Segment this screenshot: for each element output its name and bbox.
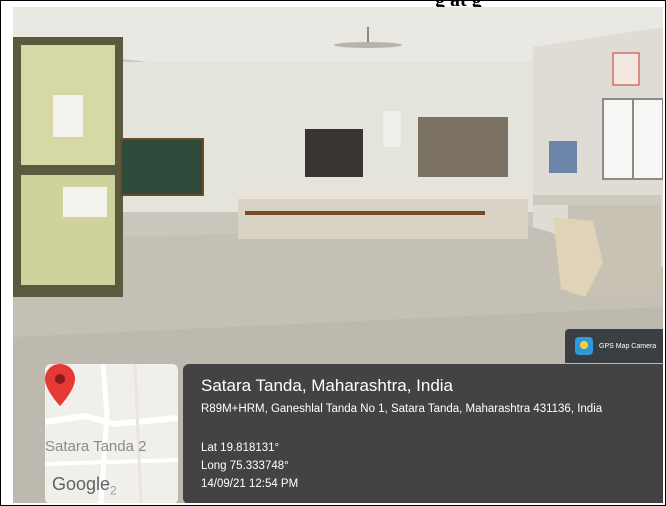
location-info-panel: Satara Tanda, Maharashtra, India R89M+HR…	[183, 364, 663, 503]
place-title: Satara Tanda, Maharashtra, India	[201, 376, 454, 395]
latitude-text: Lat 19.818131°	[201, 442, 280, 454]
datetime-text: 14/09/21 12:54 PM	[201, 478, 299, 490]
map-place-label: Satara Tanda 2	[45, 438, 147, 455]
longitude-text: Long 75.333748°	[201, 460, 289, 472]
google-logo-suffix: 2	[110, 483, 117, 498]
location-pin-icon	[45, 364, 75, 406]
image-frame: g at g GPS Map Camera Satara Tanda 2 Goo…	[0, 0, 666, 506]
classroom-photo: GPS Map Camera Satara Tanda 2 Google2 Sa…	[13, 7, 663, 503]
map-camera-icon	[575, 337, 593, 355]
badge-label: GPS Map Camera	[599, 342, 657, 350]
gps-map-camera-badge: GPS Map Camera	[565, 329, 663, 363]
google-logo: Google2	[52, 474, 117, 498]
map-thumbnail: Satara Tanda 2 Google2	[45, 364, 178, 503]
google-logo-text: Google	[52, 474, 111, 494]
address-text: R89M+HRM, Ganeshlal Tanda No 1, Satara T…	[201, 403, 603, 415]
